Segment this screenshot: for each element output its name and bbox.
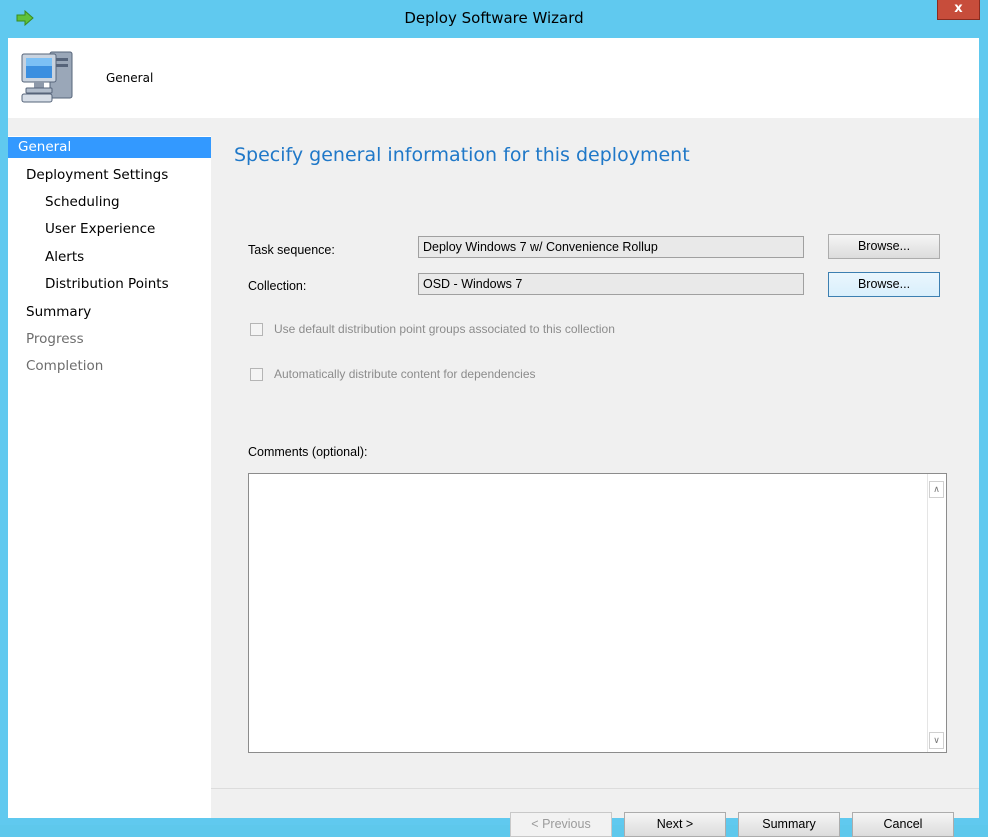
footer-divider bbox=[211, 788, 979, 789]
sidebar-item-summary[interactable]: Summary bbox=[26, 302, 91, 323]
collection-field[interactable]: OSD - Windows 7 bbox=[418, 273, 804, 295]
scroll-down-arrow-icon[interactable]: ∨ bbox=[929, 732, 944, 749]
distribute-dependencies-option: Automatically distribute content for dep… bbox=[250, 367, 750, 383]
wizard-steps-sidebar: General Deployment Settings Scheduling U… bbox=[8, 136, 211, 818]
wizard-window: Deploy Software Wizard x General General… bbox=[0, 0, 988, 837]
task-sequence-browse-button[interactable]: Browse... bbox=[828, 234, 940, 259]
task-sequence-field[interactable]: Deploy Windows 7 w/ Convenience Rollup bbox=[418, 236, 804, 258]
comments-textarea[interactable]: ∧ ∨ bbox=[248, 473, 947, 753]
default-dp-groups-label: Use default distribution point groups as… bbox=[274, 322, 615, 336]
default-dp-groups-option: Use default distribution point groups as… bbox=[250, 322, 750, 338]
sidebar-item-general[interactable]: General bbox=[8, 137, 211, 158]
sidebar-item-distribution-points[interactable]: Distribution Points bbox=[45, 274, 169, 295]
wizard-content: Specify general information for this dep… bbox=[211, 136, 979, 837]
distribute-dependencies-checkbox[interactable] bbox=[250, 368, 263, 381]
task-sequence-label: Task sequence: bbox=[248, 243, 335, 257]
sidebar-item-completion: Completion bbox=[26, 358, 104, 374]
sidebar-item-deployment-settings[interactable]: Deployment Settings bbox=[26, 165, 168, 186]
collection-label: Collection: bbox=[248, 279, 307, 293]
wizard-client: General General Deployment Settings Sche… bbox=[8, 38, 979, 837]
comments-scrollbar[interactable]: ∧ ∨ bbox=[927, 474, 946, 752]
distribute-dependencies-label: Automatically distribute content for dep… bbox=[274, 367, 536, 381]
header-title: General bbox=[106, 71, 154, 85]
sidebar-item-user-experience[interactable]: User Experience bbox=[45, 219, 155, 240]
comments-label: Comments (optional): bbox=[248, 445, 368, 459]
title-bar[interactable]: Deploy Software Wizard x bbox=[0, 0, 988, 38]
sidebar-item-alerts[interactable]: Alerts bbox=[45, 247, 84, 268]
wizard-header: General bbox=[8, 38, 979, 118]
default-dp-groups-checkbox[interactable] bbox=[250, 323, 263, 336]
sidebar-item-scheduling[interactable]: Scheduling bbox=[45, 192, 120, 213]
close-button[interactable]: x bbox=[937, 0, 980, 20]
scroll-up-arrow-icon[interactable]: ∧ bbox=[929, 481, 944, 498]
window-title: Deploy Software Wizard bbox=[404, 9, 584, 27]
page-heading: Specify general information for this dep… bbox=[234, 144, 690, 166]
collection-browse-button[interactable]: Browse... bbox=[828, 272, 940, 297]
sidebar-item-progress: Progress bbox=[26, 331, 84, 347]
computer-icon bbox=[21, 51, 73, 103]
